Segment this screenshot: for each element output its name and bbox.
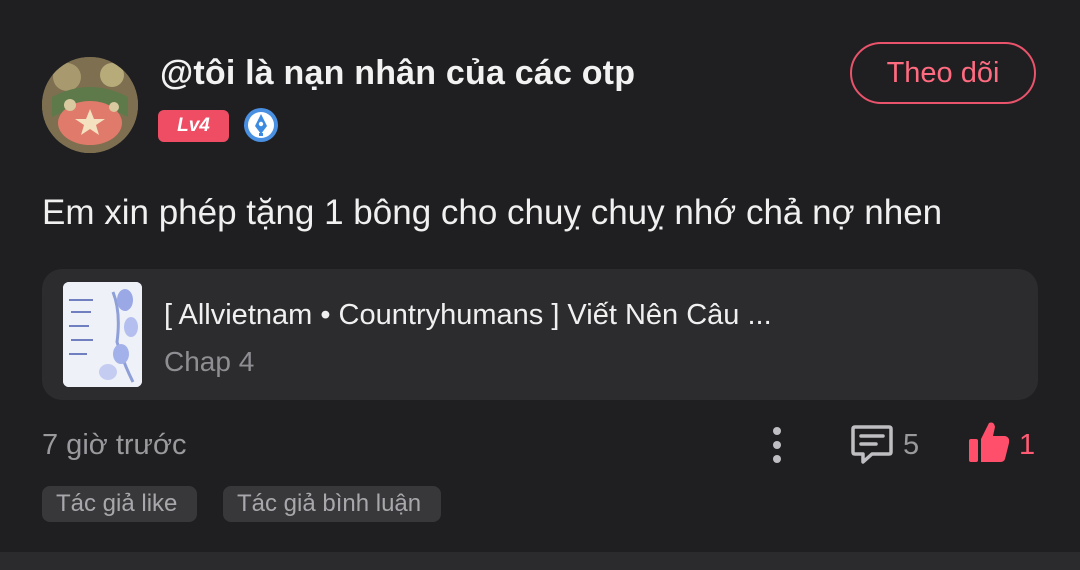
comment-text: Em xin phép tặng 1 bông cho chuỵ chuỵ nh… [42, 193, 943, 232]
comment-card: @tôi là nạn nhân của các otp Lv4 Theo dõ… [0, 0, 1080, 530]
avatar[interactable] [42, 57, 138, 153]
reply-count: 5 [903, 429, 920, 461]
like-count: 1 [1019, 429, 1036, 461]
verified-pen-icon [243, 107, 279, 143]
story-title: [ Allvietnam • Countryhumans ] Viết Nên … [164, 299, 772, 331]
comment-time: 7 giờ trước [42, 429, 187, 461]
tag-author-replied: Tác giả bình luận [223, 486, 441, 522]
comment-icon[interactable] [850, 423, 894, 465]
bottom-divider [0, 552, 1080, 570]
story-cover-image [63, 282, 142, 387]
more-vertical-icon[interactable] [764, 424, 790, 466]
story-card[interactable]: [ Allvietnam • Countryhumans ] Viết Nên … [42, 269, 1038, 400]
tag-author-liked: Tác giả like [42, 486, 197, 522]
level-badge: Lv4 [158, 110, 229, 142]
story-chapter: Chap 4 [164, 346, 255, 377]
follow-button[interactable]: Theo dõi [850, 42, 1036, 104]
username[interactable]: @tôi là nạn nhân của các otp [160, 54, 635, 93]
thumbs-up-icon[interactable] [967, 419, 1011, 465]
